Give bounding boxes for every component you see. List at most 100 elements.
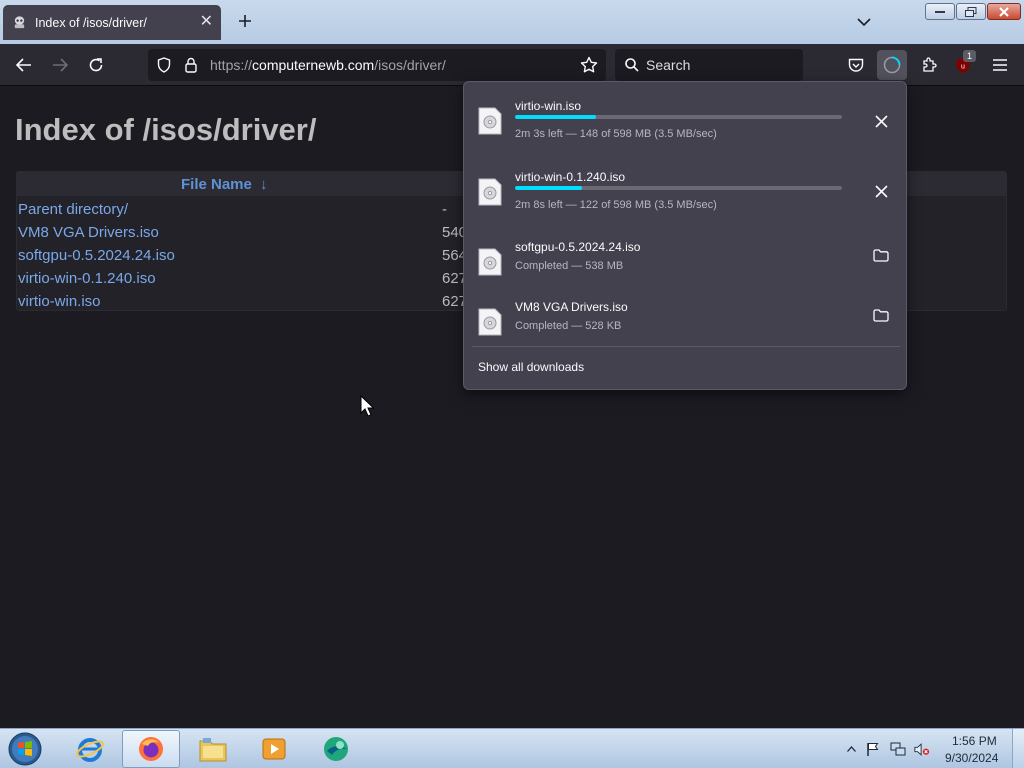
file-link[interactable]: virtio-win-0.1.240.iso — [18, 270, 156, 287]
firefox-icon — [139, 737, 163, 761]
show-all-downloads-button[interactable]: Show all downloads — [478, 360, 584, 374]
search-bar[interactable]: Search — [615, 49, 803, 81]
cancel-download-button[interactable] — [868, 108, 894, 134]
pocket-icon — [848, 58, 864, 72]
extensions-button[interactable] — [917, 53, 941, 77]
show-in-folder-button[interactable] — [868, 302, 894, 328]
downloads-button[interactable] — [877, 50, 907, 80]
taskbar-media-player[interactable] — [245, 730, 303, 768]
reload-button[interactable] — [84, 53, 108, 77]
download-progress-bar — [515, 186, 842, 190]
plus-icon — [239, 15, 251, 27]
url-domain: computernewb.com — [252, 57, 375, 73]
taskbar-internet-explorer[interactable] — [61, 730, 119, 768]
shield-icon[interactable] — [157, 57, 171, 73]
taskbar: 1:56 PM 9/30/2024 — [0, 728, 1024, 768]
close-icon — [874, 114, 888, 128]
arrow-left-icon — [16, 58, 31, 72]
volume-muted-icon — [914, 742, 930, 756]
search-input[interactable]: Search — [646, 57, 690, 73]
network-icon — [890, 742, 906, 755]
disc-file-icon — [478, 248, 502, 276]
search-icon — [625, 58, 639, 72]
volume-tray[interactable] — [914, 741, 930, 757]
app-orb-icon — [324, 737, 348, 761]
internet-explorer-icon — [76, 738, 104, 762]
tab-strip: Index of /isos/driver/ ✕ — [0, 0, 1024, 44]
bookmark-star-icon[interactable] — [580, 56, 598, 74]
taskbar-firefox[interactable] — [122, 730, 180, 768]
download-filename: softgpu-0.5.2024.24.iso — [515, 240, 641, 254]
arrow-right-icon — [53, 58, 68, 72]
chevron-down-icon — [857, 18, 871, 27]
disc-file-icon — [478, 178, 502, 206]
flag-icon — [867, 742, 879, 756]
url-bar[interactable]: https://computernewb.com/isos/driver/ — [148, 49, 606, 81]
file-link[interactable]: Parent directory/ — [18, 201, 128, 218]
window-minimize-button[interactable] — [925, 3, 955, 20]
tab-active[interactable]: Index of /isos/driver/ ✕ — [3, 5, 221, 40]
file-link[interactable]: VM8 VGA Drivers.iso — [18, 224, 159, 241]
lock-icon[interactable] — [185, 57, 197, 73]
download-status: Completed — 538 MB — [515, 260, 624, 272]
pocket-button[interactable] — [844, 53, 868, 77]
restore-icon — [965, 6, 977, 17]
column-header-label: File Name — [181, 176, 252, 193]
download-progress-fill — [515, 115, 596, 119]
puzzle-icon — [923, 57, 937, 72]
folder-icon — [873, 248, 889, 262]
download-item[interactable]: VM8 VGA Drivers.iso Completed — 528 KB — [464, 300, 906, 360]
svg-text:u: u — [961, 63, 965, 70]
app-menu-button[interactable] — [988, 53, 1012, 77]
media-player-icon — [262, 738, 286, 760]
file-link[interactable]: softgpu-0.5.2024.24.iso — [18, 247, 175, 264]
show-in-folder-button[interactable] — [868, 242, 894, 268]
tab-close-icon[interactable]: ✕ — [200, 14, 213, 30]
download-filename: virtio-win.iso — [515, 99, 582, 113]
sort-arrow-icon: ↓ — [260, 176, 268, 193]
close-icon — [874, 184, 888, 198]
url-scheme: https:// — [210, 57, 253, 73]
clock-date[interactable]: 9/30/2024 — [945, 751, 998, 765]
back-button[interactable] — [12, 53, 36, 77]
list-all-tabs-button[interactable] — [853, 11, 875, 33]
window-close-button[interactable] — [987, 3, 1021, 20]
window-restore-button[interactable] — [956, 3, 986, 20]
disc-file-icon — [478, 107, 502, 135]
hamburger-menu-icon — [993, 59, 1007, 71]
download-filename: virtio-win-0.1.240.iso — [515, 170, 626, 184]
reload-icon — [89, 58, 103, 72]
minimize-icon — [935, 10, 945, 13]
downloads-panel: virtio-win.iso 2m 3s left — 148 of 598 M… — [463, 81, 907, 390]
taskbar-app[interactable] — [307, 730, 365, 768]
chevron-up-icon — [846, 746, 856, 752]
column-header-file-name[interactable]: File Name ↓ — [181, 176, 268, 193]
new-tab-button[interactable] — [234, 10, 256, 32]
download-progress-fill — [515, 186, 582, 190]
extension-badge: 1 — [963, 50, 976, 62]
show-desktop-button[interactable] — [1012, 729, 1024, 768]
file-link[interactable]: virtio-win.iso — [18, 293, 101, 310]
network-tray[interactable] — [890, 741, 906, 757]
taskbar-file-explorer[interactable] — [184, 730, 242, 768]
url-path: /isos/driver/ — [374, 57, 446, 73]
panel-separator — [472, 346, 900, 347]
download-item[interactable]: virtio-win-0.1.240.iso 2m 8s left — 122 … — [464, 170, 906, 230]
download-progress-icon — [883, 56, 901, 74]
download-item[interactable]: virtio-win.iso 2m 3s left — 148 of 598 M… — [464, 99, 906, 159]
show-hidden-icons-button[interactable] — [843, 741, 859, 757]
url-text[interactable]: https://computernewb.com/isos/driver/ — [210, 57, 446, 73]
download-status: Completed — 528 KB — [515, 320, 622, 332]
download-item[interactable]: softgpu-0.5.2024.24.iso Completed — 538 … — [464, 240, 906, 300]
clock-time[interactable]: 1:56 PM — [952, 734, 997, 748]
forward-button[interactable] — [48, 53, 72, 77]
site-favicon-icon — [14, 16, 25, 29]
download-filename: VM8 VGA Drivers.iso — [515, 300, 628, 314]
start-button[interactable] — [5, 730, 45, 768]
download-status: 2m 3s left — 148 of 598 MB (3.5 MB/sec) — [515, 128, 717, 140]
download-status: 2m 8s left — 122 of 598 MB (3.5 MB/sec) — [515, 199, 717, 211]
mouse-cursor-icon — [360, 395, 374, 417]
action-center-tray[interactable] — [865, 741, 881, 757]
cancel-download-button[interactable] — [868, 178, 894, 204]
file-size: - — [442, 201, 447, 218]
